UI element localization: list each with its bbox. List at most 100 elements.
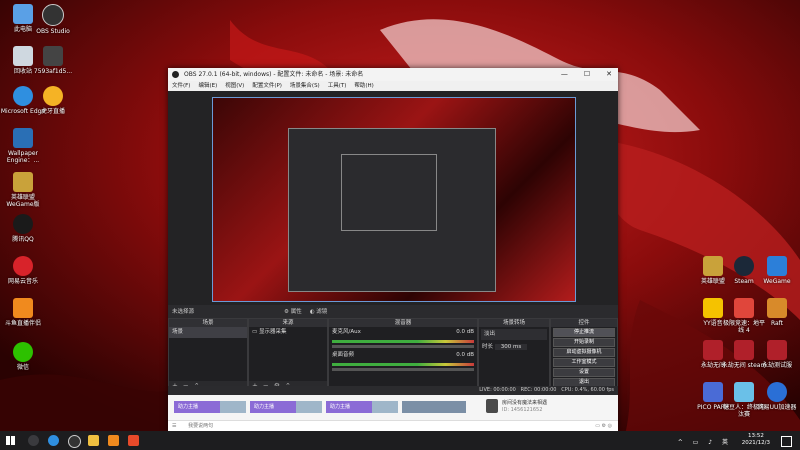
menu-bar: 文件(F) 编辑(E) 视图(V) 配置文件(P) 场景集合(S) 工具(T) … bbox=[168, 81, 618, 91]
mixer-dock: 混音器 麦克风/Aux 0.0 dB 桌面音频 0.0 dB bbox=[328, 318, 478, 392]
start-recording-button[interactable]: 开始录制 bbox=[553, 338, 615, 347]
desktop-icon[interactable]: Wallpaper Engine：... bbox=[0, 128, 46, 164]
menu-profile[interactable]: 配置文件(P) bbox=[252, 81, 282, 91]
desktop-icon-label: 网易UU加速器 bbox=[757, 404, 797, 411]
menu-edit[interactable]: 编辑(E) bbox=[198, 81, 217, 91]
desktop-icon[interactable]: 腾讯QQ bbox=[0, 214, 46, 243]
desktop-icon[interactable]: 网易云音乐 bbox=[0, 256, 46, 285]
huya-icon bbox=[43, 86, 63, 106]
sources-dock: 来源 ▭ 显示器采集 +−⚙⌃⌄ bbox=[248, 318, 328, 392]
stop-streaming-button[interactable]: 停止推流 bbox=[553, 328, 615, 337]
obs-logo-icon bbox=[172, 71, 179, 78]
menu-tools[interactable]: 工具(T) bbox=[328, 81, 347, 91]
recursive-preview bbox=[288, 128, 496, 292]
dock-title: 场景转场 bbox=[479, 319, 549, 327]
room-id: ID: 1456121652 bbox=[502, 407, 543, 413]
preview-area[interactable] bbox=[168, 91, 618, 305]
chat-input[interactable]: 我要说两句 bbox=[188, 423, 213, 429]
desktop-icon[interactable]: OBS Studio bbox=[30, 4, 76, 35]
yy-icon bbox=[703, 298, 723, 318]
desktop-icon[interactable]: 斗鱼直播伴侣 bbox=[0, 298, 46, 327]
naraka-icon bbox=[703, 340, 723, 360]
source-toolbar: 未选择源 ⚙ 属性 ◐ 滤镜 bbox=[168, 305, 618, 316]
volume-slider[interactable] bbox=[332, 345, 474, 348]
obs-window[interactable]: OBS 27.0.1 (64-bit, windows) - 配置文件: 未命名… bbox=[168, 68, 618, 432]
desktop-icon-label: Steam bbox=[734, 278, 754, 285]
volume-slider[interactable] bbox=[332, 368, 474, 371]
menu-icon[interactable]: ☰ bbox=[172, 423, 176, 429]
cpu-status: CPU: 0.4%, 60.00 fps bbox=[561, 387, 614, 393]
wechat-icon bbox=[13, 342, 33, 362]
menu-file[interactable]: 文件(F) bbox=[172, 81, 190, 91]
menu-view[interactable]: 视图(V) bbox=[225, 81, 244, 91]
volume-meter bbox=[332, 340, 474, 343]
desktop-icon[interactable]: 7593af1d5... bbox=[30, 46, 76, 75]
search-icon[interactable] bbox=[28, 435, 39, 446]
support-tile[interactable]: 助力主播 bbox=[326, 401, 398, 413]
douyu-icon[interactable] bbox=[108, 435, 119, 446]
support-tile[interactable]: 助力主播 bbox=[174, 401, 246, 413]
desktop-icon[interactable]: 永劫测试服 bbox=[754, 340, 800, 369]
qq-icon bbox=[13, 214, 33, 234]
netease-music-icon bbox=[13, 256, 33, 276]
desktop-icon-label: Wallpaper Engine：... bbox=[6, 150, 40, 164]
promo-tile[interactable] bbox=[402, 401, 466, 413]
start-icon[interactable] bbox=[6, 436, 15, 445]
app-icon[interactable] bbox=[128, 435, 139, 446]
desktop-icon[interactable]: Raft bbox=[754, 298, 800, 327]
menu-help[interactable]: 帮助(H) bbox=[354, 81, 373, 91]
recursive-preview-inner bbox=[341, 154, 437, 231]
input-language[interactable]: 英 bbox=[722, 439, 732, 446]
desktop-icon[interactable]: 微信 bbox=[0, 342, 46, 371]
status-bar: LIVE: 00:00:00 REC: 00:00:00 CPU: 0.4%, … bbox=[168, 386, 618, 395]
filters-button[interactable]: ◐ 滤镜 bbox=[310, 307, 328, 315]
desktop-icon-label: 7593af1d5... bbox=[33, 68, 73, 75]
studio-mode-button[interactable]: 工作室模式 bbox=[553, 358, 615, 367]
wegame-icon bbox=[767, 256, 787, 276]
desktop-icon-label: 斗鱼直播伴侣 bbox=[4, 320, 41, 327]
minimize-button[interactable]: — bbox=[561, 68, 568, 81]
desktop-icon-label: OBS Studio bbox=[36, 28, 70, 35]
duration-input[interactable]: 300 ms bbox=[494, 344, 528, 350]
notification-icon[interactable] bbox=[781, 436, 792, 447]
system-tray[interactable]: ^ ▭ ♪ 英 bbox=[678, 437, 732, 446]
settings-button[interactable]: 设置 bbox=[553, 368, 615, 377]
scenes-dock: 场景 场景 +−⌃⌄ bbox=[168, 318, 248, 392]
raft-icon bbox=[767, 298, 787, 318]
source-item[interactable]: ▭ 显示器采集 bbox=[249, 327, 327, 338]
scene-item[interactable]: 场景 bbox=[169, 327, 247, 338]
menu-scene-collection[interactable]: 场景集合(S) bbox=[290, 81, 320, 91]
taskbar-clock[interactable]: 13:52 2021/12/3 bbox=[742, 433, 770, 447]
preview-canvas[interactable] bbox=[212, 97, 576, 302]
edge-icon[interactable] bbox=[48, 435, 59, 446]
desktop-icon-label: 腾讯QQ bbox=[12, 236, 34, 243]
transition-select[interactable]: 淡出 bbox=[481, 329, 547, 340]
maximize-button[interactable]: ☐ bbox=[584, 68, 590, 81]
league-of-legends-icon bbox=[13, 172, 33, 192]
close-button[interactable]: ✕ bbox=[606, 68, 612, 81]
transitions-dock: 场景转场 淡出 时长 300 ms bbox=[478, 318, 550, 392]
file-icon bbox=[43, 46, 63, 66]
virtual-camera-button[interactable]: 启动虚拟摄像机 bbox=[553, 348, 615, 357]
file-explorer-icon[interactable] bbox=[88, 435, 99, 446]
desktop-icon[interactable]: WeGame bbox=[754, 256, 800, 285]
live-status: LIVE: 00:00:00 bbox=[479, 387, 516, 393]
pico-park-icon bbox=[703, 382, 723, 402]
no-source-selected-label: 未选择源 bbox=[172, 308, 195, 315]
dock-title: 场景 bbox=[169, 319, 247, 327]
support-tile[interactable]: 助力主播 bbox=[250, 401, 322, 413]
desktop-icon-label: WeGame bbox=[763, 278, 791, 285]
title-bar[interactable]: OBS 27.0.1 (64-bit, windows) - 配置文件: 未命名… bbox=[168, 68, 618, 81]
live-room-panel: 助力主播 助力主播 助力主播 房间没有魔法来相遇 ID: 1456121652 … bbox=[168, 395, 618, 432]
obs-studio-icon[interactable] bbox=[68, 435, 81, 448]
obs-studio-icon bbox=[42, 4, 64, 26]
desktop-icon-label: 永劫测试服 bbox=[761, 362, 792, 369]
forza-icon bbox=[734, 298, 754, 318]
window-title: OBS 27.0.1 (64-bit, windows) - 配置文件: 未命名… bbox=[184, 71, 364, 78]
properties-button[interactable]: ⚙ 属性 bbox=[284, 307, 302, 315]
desktop-icon[interactable]: 英雄联盟 WeGame版 bbox=[0, 172, 46, 208]
desktop-icon-label: YY语音 bbox=[703, 320, 723, 327]
volume-meter bbox=[332, 363, 474, 366]
desktop-icon[interactable]: 虎牙直播 bbox=[30, 86, 76, 115]
desktop-icon[interactable]: 网易UU加速器 bbox=[754, 382, 800, 411]
